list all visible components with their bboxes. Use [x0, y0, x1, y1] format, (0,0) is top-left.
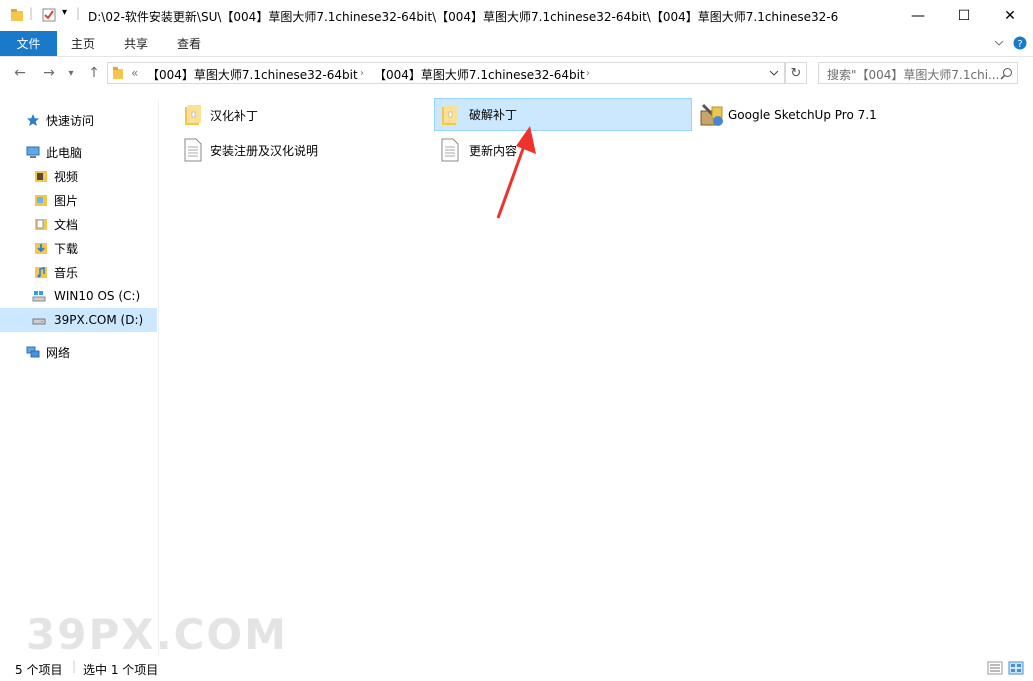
nav-item-downloads[interactable]: 下载: [0, 236, 157, 260]
folder-icon: [185, 105, 201, 125]
nav-label: 视频: [54, 169, 79, 184]
nav-label: 下载: [54, 241, 79, 256]
sketchup-installer-icon: [700, 103, 723, 126]
title-separator-2: |: [76, 6, 81, 20]
details-view-icon[interactable]: [987, 661, 1003, 675]
star-icon: [27, 114, 39, 126]
downloads-folder-icon: [35, 243, 47, 254]
video-folder-icon: [35, 171, 47, 182]
title-bar: | ▾ | D:\02-软件安装更新\SU\【004】草图大师7.1chines…: [0, 0, 1033, 31]
tab-file[interactable]: 文件: [0, 31, 57, 56]
nav-label: 图片: [54, 193, 79, 208]
item-count: 5 个项目: [15, 663, 63, 677]
arrow-up-icon: ↑: [88, 65, 100, 81]
search-input[interactable]: 搜索"【004】草图大师7.1chi...: [818, 62, 1018, 84]
text-document-icon: [441, 138, 459, 162]
file-item-install-guide[interactable]: 安装注册及汉化说明: [178, 134, 435, 166]
folder-icon: [442, 105, 458, 125]
file-item-hanhua-patch[interactable]: 汉化补丁: [178, 99, 435, 131]
nav-label: 此电脑: [46, 145, 83, 160]
nav-drive-d[interactable]: 39PX.COM (D:): [0, 308, 157, 332]
refresh-button[interactable]: ↻: [785, 62, 807, 84]
music-folder-icon: [35, 267, 47, 278]
minimize-button[interactable]: —: [895, 0, 941, 31]
folder-icon: [11, 9, 23, 21]
computer-icon: [26, 146, 40, 158]
file-item-sketchup-installer[interactable]: Google SketchUp Pro 7.1: [694, 99, 951, 131]
nav-quick-access[interactable]: 快速访问: [0, 108, 157, 132]
close-button[interactable]: ✕: [987, 0, 1033, 31]
nav-item-documents[interactable]: 文档: [0, 212, 157, 236]
network-icon: [26, 346, 40, 358]
watermark: 39PX.COM: [26, 610, 288, 659]
breadcrumb-item[interactable]: 【004】草图大师7.1chinese32-64bit: [374, 66, 585, 83]
title-separator: |: [29, 6, 34, 20]
windows-drive-icon: [32, 291, 46, 302]
nav-item-music[interactable]: 音乐: [0, 260, 157, 284]
maximize-button[interactable]: ☐: [941, 0, 987, 31]
breadcrumb-chevron-icon[interactable]: ›: [586, 68, 590, 79]
navigation-pane: 快速访问 此电脑 视频 图片 文档 下载 音乐 WIN10 OS (C:) 39…: [0, 100, 159, 656]
ribbon-expand-icon[interactable]: [993, 38, 1005, 48]
large-icons-view-icon[interactable]: [1008, 661, 1024, 675]
chevron-down-icon: ▾: [68, 67, 74, 79]
nav-item-pictures[interactable]: 图片: [0, 188, 157, 212]
file-name: 安装注册及汉化说明: [210, 143, 319, 158]
text-document-icon: [184, 138, 202, 162]
breadcrumb-chevron-icon[interactable]: ›: [360, 68, 364, 79]
window-title: D:\02-软件安装更新\SU\【004】草图大师7.1chinese32-64…: [88, 10, 839, 24]
tab-home[interactable]: 主页: [60, 31, 106, 56]
forward-button[interactable]: →: [39, 64, 59, 82]
up-button[interactable]: ↑: [84, 64, 104, 82]
recent-locations-button[interactable]: ▾: [64, 64, 78, 82]
pictures-folder-icon: [35, 195, 47, 206]
breadcrumb-item[interactable]: 【004】草图大师7.1chinese32-64bit: [147, 66, 358, 83]
annotation-arrow-icon: [496, 126, 536, 219]
file-item-update-notes[interactable]: 更新内容: [434, 134, 691, 166]
help-icon[interactable]: ?: [1013, 36, 1027, 50]
svg-text:?: ?: [1017, 39, 1022, 50]
nav-label: WIN10 OS (C:): [54, 289, 141, 303]
documents-folder-icon: [35, 219, 47, 230]
selection-count: 选中 1 个项目: [83, 663, 159, 677]
folder-icon: [113, 67, 123, 79]
nav-label: 文档: [54, 217, 79, 232]
file-name: Google SketchUp Pro 7.1: [728, 108, 877, 122]
drive-icon: [32, 318, 46, 325]
quick-access-toolbar-dropdown-icon[interactable]: ▾: [62, 7, 67, 18]
status-separator: |: [72, 659, 77, 673]
search-icon: [1000, 68, 1012, 80]
file-item-crack-patch[interactable]: 破解补丁: [434, 98, 692, 131]
breadcrumb-overflow[interactable]: «: [131, 66, 138, 80]
nav-label: 音乐: [54, 265, 79, 280]
file-name: 汉化补丁: [210, 108, 259, 123]
nav-label: 39PX.COM (D:): [54, 313, 144, 327]
properties-icon[interactable]: [42, 8, 56, 22]
nav-this-pc[interactable]: 此电脑: [0, 140, 157, 164]
tab-view[interactable]: 查看: [166, 31, 212, 56]
arrow-left-icon: ←: [14, 65, 26, 81]
nav-label: 网络: [46, 345, 71, 360]
back-button[interactable]: ←: [10, 64, 30, 82]
address-dropdown-icon[interactable]: [768, 68, 780, 78]
tab-share[interactable]: 共享: [113, 31, 159, 56]
nav-label: 快速访问: [46, 113, 95, 128]
nav-drive-c[interactable]: WIN10 OS (C:): [0, 284, 157, 308]
nav-network[interactable]: 网络: [0, 340, 157, 364]
nav-item-videos[interactable]: 视频: [0, 164, 157, 188]
arrow-right-icon: →: [43, 65, 55, 81]
refresh-icon: ↻: [790, 65, 802, 81]
